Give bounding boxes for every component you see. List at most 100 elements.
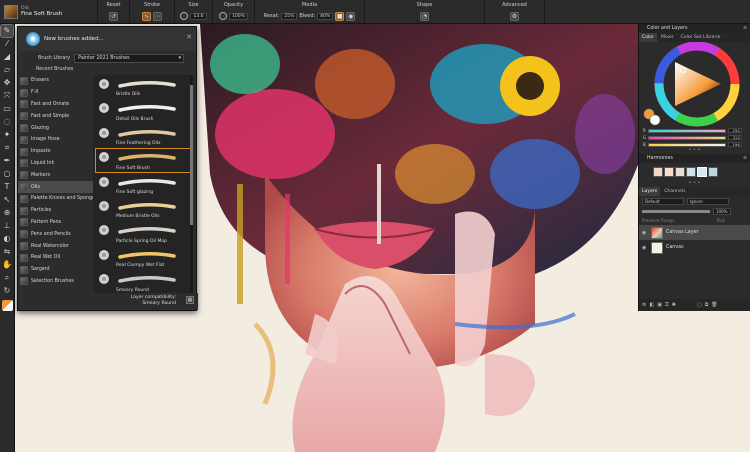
brush-variant-item[interactable]: Bristle Oils bbox=[95, 75, 191, 99]
brush-selector[interactable]: Oils Fine Soft Brush bbox=[0, 0, 98, 23]
brush-category-item[interactable]: Real Watercolor bbox=[18, 240, 93, 252]
color-wheel[interactable] bbox=[639, 41, 750, 127]
resat-field[interactable]: 25% bbox=[281, 13, 298, 20]
new-layer-icon[interactable]: ▢ bbox=[697, 302, 702, 308]
layer-panel-tab[interactable]: Channels bbox=[661, 187, 688, 196]
red-value[interactable]: 254 bbox=[727, 128, 742, 133]
shape-select-tool-icon[interactable]: ↖ bbox=[1, 194, 13, 206]
eraser-tool-icon[interactable]: ▱ bbox=[1, 64, 13, 76]
advanced-icon[interactable]: ⚙ bbox=[510, 12, 519, 21]
brush-category-item[interactable]: Particles bbox=[18, 205, 93, 217]
color-wheel-area[interactable] bbox=[639, 41, 750, 127]
harmony-swatch[interactable] bbox=[686, 167, 696, 177]
delete-layer-icon[interactable]: 🗑 bbox=[711, 302, 717, 308]
layer-compat-icon[interactable]: ▦ bbox=[186, 296, 194, 304]
close-icon[interactable]: ✕ bbox=[186, 33, 192, 41]
layer-panel-tab[interactable]: Layers bbox=[639, 187, 661, 196]
brush-category-item[interactable]: F-X bbox=[18, 87, 93, 99]
dropper-tool-icon[interactable]: ⁄ bbox=[1, 38, 13, 50]
text-tool-icon[interactable]: T bbox=[1, 181, 13, 193]
blue-slider[interactable] bbox=[647, 142, 726, 147]
harmonies-menu-icon[interactable]: ≡ bbox=[743, 154, 747, 163]
harmony-swatch[interactable] bbox=[653, 167, 663, 177]
brush-category-item[interactable]: Fast and Ornate bbox=[18, 99, 93, 111]
brush-category-item[interactable]: Pattern Pens bbox=[18, 217, 93, 229]
brush-variant-item[interactable]: Detail Oils Brush bbox=[95, 99, 191, 123]
brush-variant-item[interactable]: Fine Soft glazing bbox=[95, 173, 191, 197]
brush-variant-item[interactable]: Particle Spring Oil Mop bbox=[95, 221, 191, 245]
duplicate-layer-icon[interactable]: ⧉ bbox=[705, 302, 709, 308]
layer-mask-icon[interactable]: ◧ bbox=[649, 302, 654, 308]
lasso-tool-icon[interactable]: ◌ bbox=[1, 116, 13, 128]
opacity-field[interactable]: 100% bbox=[229, 12, 248, 20]
brush-category-item[interactable]: Erasers bbox=[18, 75, 93, 87]
reset-icon[interactable]: ↺ bbox=[109, 12, 118, 21]
brush-category-item[interactable]: Image Hose bbox=[18, 134, 93, 146]
brush-variant-item[interactable]: Real Clumpy Wet Flat bbox=[95, 246, 191, 270]
brush-category-item[interactable]: Pens and Pencils bbox=[18, 228, 93, 240]
brush-variant-item[interactable]: Medium Bristle Oils bbox=[95, 197, 191, 221]
brush-variant-item[interactable]: Fine Soft Brush bbox=[95, 148, 191, 173]
layer-adjuster-tool-icon[interactable]: ✥ bbox=[1, 77, 13, 89]
layer-group-icon[interactable]: ▣ bbox=[657, 302, 662, 308]
crop-tool-icon[interactable]: ⌗ bbox=[1, 142, 13, 154]
pick-up-label[interactable]: Pick bbox=[717, 218, 725, 223]
layer-row[interactable]: ◉ Canvas Layer bbox=[639, 225, 750, 240]
bleed-field[interactable]: 80% bbox=[317, 13, 334, 20]
size-field[interactable]: 13.6 bbox=[190, 12, 207, 20]
harmony-swatch[interactable] bbox=[697, 167, 707, 177]
color-tab[interactable]: Color Set Librarie bbox=[678, 33, 724, 42]
green-slider[interactable] bbox=[648, 135, 727, 140]
harmony-swatch[interactable] bbox=[664, 167, 674, 177]
rubber-stamp-tool-icon[interactable]: ⊥ bbox=[1, 220, 13, 232]
color-swatch-icon[interactable] bbox=[1, 300, 13, 311]
harmony-swatch[interactable] bbox=[708, 167, 718, 177]
stroke-option-icon[interactable]: ⋯ bbox=[153, 12, 162, 21]
layer-attributes-icon[interactable]: ⚙ bbox=[642, 302, 646, 308]
stroke-type-icon[interactable]: ∿ bbox=[142, 12, 151, 21]
brush-category-item[interactable]: Fast and Simple bbox=[18, 110, 93, 122]
color-tab[interactable]: Mixer bbox=[658, 33, 677, 42]
grabber-tool-icon[interactable]: ✋ bbox=[1, 259, 13, 271]
brush-category-item[interactable]: Palette Knives and Sponges bbox=[18, 193, 93, 205]
brush-category-item[interactable]: Markers bbox=[18, 169, 93, 181]
pen-tool-icon[interactable]: ✒ bbox=[1, 155, 13, 167]
media-option-icon[interactable]: ◉ bbox=[346, 12, 356, 21]
transform-tool-icon[interactable]: ⤧ bbox=[1, 90, 13, 102]
brush-tool-icon[interactable]: ✎ bbox=[0, 24, 14, 38]
magnifier-tool-icon[interactable]: ⌕ bbox=[1, 272, 13, 284]
layer-opacity-field[interactable]: 100% bbox=[713, 207, 731, 215]
layer-lock-icon[interactable]: ⚿ bbox=[665, 302, 669, 308]
composite-method-select[interactable]: Default bbox=[642, 197, 684, 205]
layer-dynamic-icon[interactable]: ✺ bbox=[672, 302, 676, 308]
color-tab[interactable]: Color bbox=[639, 33, 657, 42]
green-value[interactable]: 222 bbox=[728, 135, 743, 140]
brush-variant-item[interactable]: Fine Feathering Oils bbox=[95, 124, 191, 148]
magic-wand-tool-icon[interactable]: ✦ bbox=[1, 129, 13, 141]
layer-row[interactable]: ◉ Canvas bbox=[639, 240, 750, 255]
variant-scrollbar[interactable] bbox=[190, 75, 193, 295]
brush-category-item[interactable]: Glazing bbox=[18, 122, 93, 134]
size-dial-icon[interactable] bbox=[180, 12, 189, 20]
new-brushes-notice[interactable]: New brushes added... bbox=[44, 36, 104, 42]
brush-category-item[interactable]: Real Wet Oil bbox=[18, 252, 93, 264]
brush-category-item[interactable]: Selection Brushes bbox=[18, 276, 93, 288]
panel-menu-icon[interactable]: ≡ bbox=[743, 24, 747, 33]
preserve-transparency-label[interactable]: Preserve Transp. bbox=[642, 218, 675, 223]
visibility-eye-icon[interactable]: ◉ bbox=[642, 230, 648, 236]
harmony-swatch[interactable] bbox=[675, 167, 685, 177]
media-color-icon[interactable]: ■ bbox=[335, 12, 345, 21]
clone-tool-icon[interactable]: ⊕ bbox=[1, 207, 13, 219]
blue-value[interactable]: 196 bbox=[727, 142, 742, 147]
shape-icon[interactable]: ◔ bbox=[420, 12, 429, 21]
red-slider[interactable] bbox=[647, 128, 726, 133]
visibility-eye-icon[interactable]: ◉ bbox=[642, 245, 648, 251]
layer-opacity-slider[interactable] bbox=[642, 209, 710, 213]
shape-tool-icon[interactable]: ○ bbox=[1, 168, 13, 180]
brush-category-item[interactable]: Sargent bbox=[18, 264, 93, 276]
rect-select-tool-icon[interactable]: ▭ bbox=[1, 103, 13, 115]
library-select[interactable]: Painter 2021 Brushes ▾ bbox=[74, 53, 185, 63]
composite-depth-select[interactable]: Ignore bbox=[687, 197, 729, 205]
brush-category-item[interactable]: Impasto bbox=[18, 146, 93, 158]
brush-category-item[interactable]: Oils bbox=[18, 181, 93, 193]
